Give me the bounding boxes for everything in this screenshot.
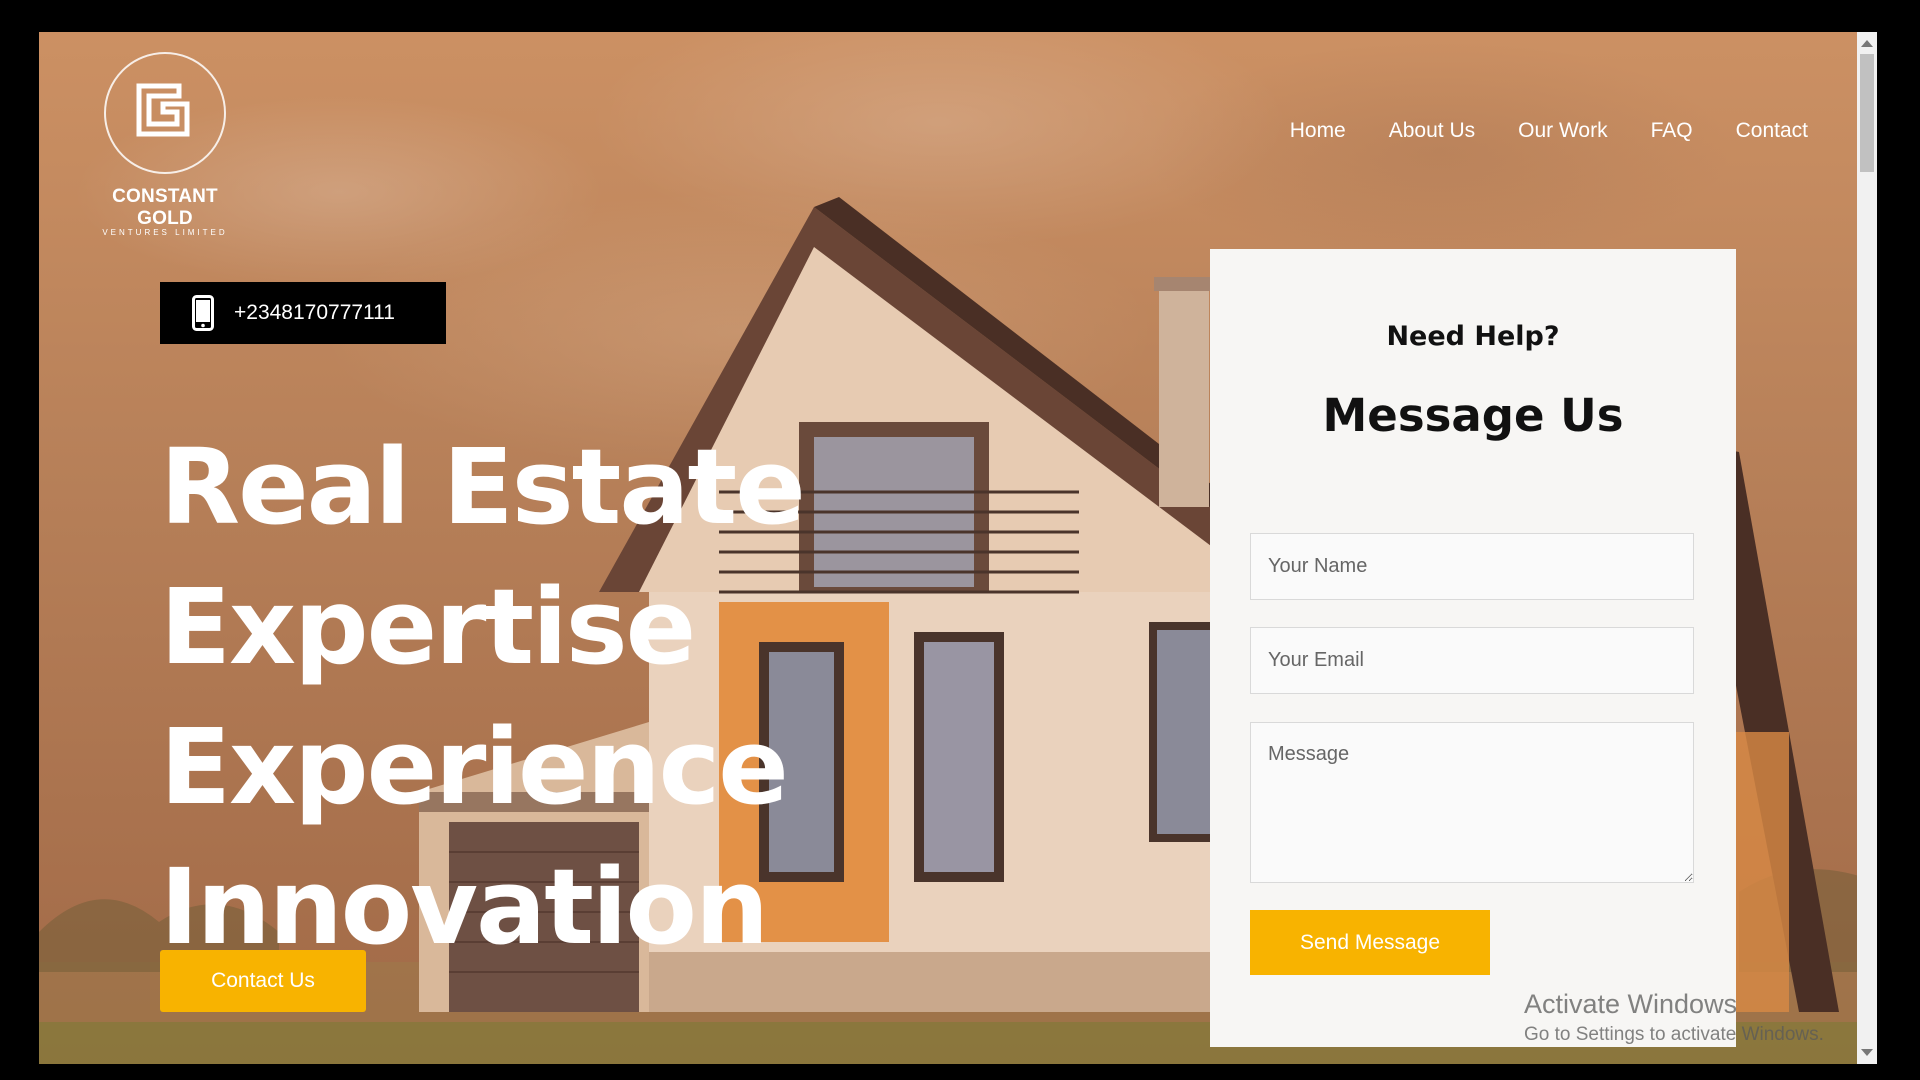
name-field[interactable] [1250, 533, 1694, 600]
form-title: Message Us [1322, 389, 1624, 442]
brand-logo[interactable]: CONSTANT GOLD VENTURES LIMITED [85, 52, 245, 237]
activate-windows-watermark: Activate Windows Go to Settings to activ… [1524, 989, 1824, 1046]
scrollbar-thumb[interactable] [1860, 54, 1874, 172]
nav-about-us[interactable]: About Us [1389, 119, 1475, 143]
logo-emblem [104, 52, 226, 174]
mobile-phone-icon [192, 295, 214, 331]
scroll-up-arrow-icon[interactable] [1861, 40, 1873, 47]
scroll-down-arrow-icon[interactable] [1861, 1049, 1873, 1056]
hero-line-1: Real Estate [160, 426, 806, 548]
brand-name: CONSTANT GOLD [112, 186, 218, 229]
watermark-title: Activate Windows [1524, 989, 1738, 1019]
send-message-button[interactable]: Send Message [1250, 910, 1490, 975]
nav-our-work[interactable]: Our Work [1518, 119, 1607, 143]
phone-badge[interactable]: +2348170777111 [160, 282, 446, 344]
hero-line-2: Expertise [160, 566, 696, 688]
hero-line-3: Experience [160, 706, 789, 828]
brand-subtitle: VENTURES LIMITED [102, 228, 228, 237]
contact-us-button[interactable]: Contact Us [160, 950, 366, 1012]
nav-faq[interactable]: FAQ [1651, 119, 1693, 143]
vertical-scrollbar[interactable] [1857, 32, 1877, 1064]
nav-home[interactable]: Home [1290, 119, 1346, 143]
browser-viewport: CONSTANT GOLD VENTURES LIMITED Home Abou… [39, 32, 1877, 1064]
contact-form-card: Need Help? Message Us Send Message [1210, 249, 1736, 1047]
phone-number: +2348170777111 [234, 301, 395, 324]
watermark-subtitle: Go to Settings to activate Windows. [1524, 1024, 1824, 1045]
hero-heading: Real Estate Expertise Experience Innovat… [160, 417, 806, 977]
logo-mark-icon [136, 83, 190, 137]
message-field[interactable] [1250, 722, 1694, 883]
email-field[interactable] [1250, 627, 1694, 694]
form-eyebrow: Need Help? [1386, 321, 1560, 352]
nav-contact[interactable]: Contact [1736, 119, 1808, 143]
main-nav: Home About Us Our Work FAQ Contact [1290, 119, 1808, 143]
